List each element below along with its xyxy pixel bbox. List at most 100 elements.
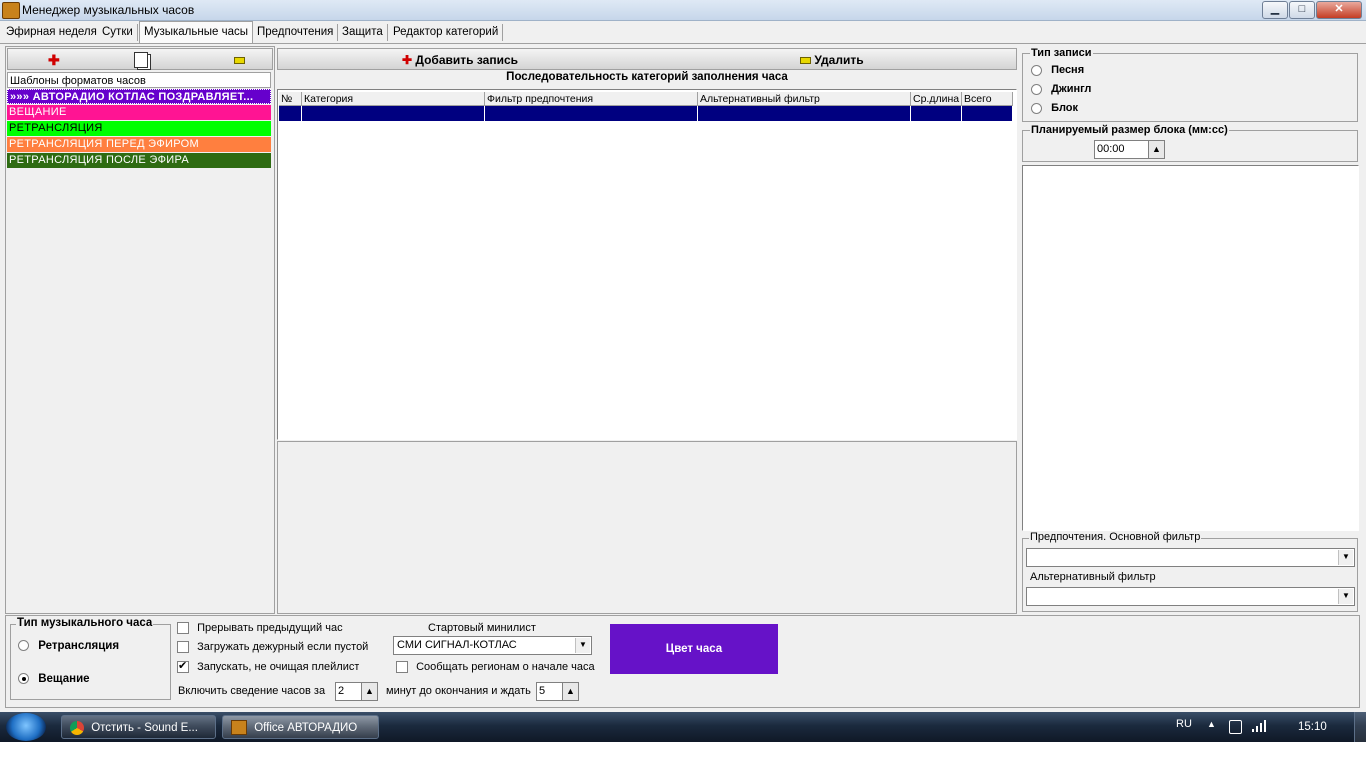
add-icon: ✚	[402, 53, 413, 67]
taskbar-item-office[interactable]: Office АВТОРАДИО	[222, 715, 379, 739]
start-no-clear-label: Запускать, не очищая плейлист	[197, 661, 360, 673]
main-filter-select[interactable]: ▼	[1026, 548, 1355, 567]
selected-cell[interactable]	[302, 106, 485, 121]
selected-cell[interactable]	[279, 106, 302, 121]
delete-record-button[interactable]: Удалить	[800, 52, 864, 68]
template-item-relay-before[interactable]: РЕТРАНСЛЯЦИЯ ПЕРЕД ЭФИРОМ	[7, 137, 271, 152]
app-icon	[231, 720, 247, 736]
selected-cell[interactable]	[698, 106, 911, 121]
block-size-value: 00:00	[1097, 143, 1125, 155]
tab-music-hours[interactable]: Музыкальные часы	[139, 21, 253, 43]
block-label: Блок	[1051, 102, 1079, 114]
jingle-radio[interactable]	[1031, 83, 1042, 95]
clock[interactable]: 15:10	[1298, 721, 1327, 733]
hour-type-broadcast[interactable]: Вещание	[18, 673, 90, 685]
tab-strip: Эфирная неделя Сутки Музыкальные часы Пр…	[0, 21, 1366, 44]
spin-arrows-icon[interactable]: ▲	[361, 683, 377, 700]
maximize-button[interactable]: □	[1289, 1, 1315, 19]
mix-wait-value: 5	[539, 685, 546, 697]
add-record-label: Добавить запись	[415, 53, 519, 67]
signal-icon[interactable]	[1252, 720, 1268, 732]
taskbar-item-sound[interactable]: Отстить - Sound E...	[61, 715, 216, 739]
col-alt-filter[interactable]: Альтернативный фильтр	[698, 92, 911, 106]
record-type-song[interactable]: Песня	[1031, 64, 1084, 76]
load-standby-checkbox[interactable]	[177, 641, 189, 654]
song-radio[interactable]	[1031, 64, 1042, 76]
template-item-broadcast[interactable]: ВЕЩАНИЕ	[7, 105, 271, 120]
record-type-jingle[interactable]: Джингл	[1031, 83, 1091, 95]
add-record-button[interactable]: ✚ Добавить запись	[402, 52, 518, 68]
window-title: Менеджер музыкальных часов	[22, 3, 195, 17]
template-item-relay-after[interactable]: РЕТРАНСЛЯЦИЯ ПОСЛЕ ЭФИРА	[7, 153, 271, 168]
taskbar-item-label: Office АВТОРАДИО	[254, 722, 358, 734]
add-template-icon[interactable]: ✚	[48, 53, 60, 67]
record-type-title: Тип записи	[1030, 47, 1093, 59]
tray-expand-icon[interactable]: ▲	[1207, 719, 1216, 729]
interrupt-prev-label: Прерывать предыдущий час	[197, 622, 343, 634]
block-radio[interactable]	[1031, 102, 1042, 114]
minimize-button[interactable]: ▁	[1262, 1, 1288, 19]
mix-wait-spinner[interactable]: 5 ▲	[536, 682, 579, 701]
song-label: Песня	[1051, 64, 1085, 76]
mix-minutes-spinner[interactable]: 2 ▲	[335, 682, 378, 701]
chevron-down-icon[interactable]: ▼	[1338, 589, 1353, 604]
template-item-relay[interactable]: РЕТРАНСЛЯЦИЯ	[7, 121, 271, 136]
col-total[interactable]: Всего	[962, 92, 1013, 106]
load-standby-option[interactable]: Загружать дежурный если пустой	[177, 641, 369, 654]
hour-type-relay[interactable]: Ретрансляция	[18, 640, 119, 652]
hour-color-button[interactable]: Цвет часа	[610, 624, 778, 674]
chevron-down-icon[interactable]: ▼	[1338, 550, 1353, 565]
title-bar: Менеджер музыкальных часов ▁ □ ✕	[0, 0, 1366, 21]
load-standby-label: Загружать дежурный если пустой	[197, 641, 369, 653]
spin-arrows-icon[interactable]: ▲	[1148, 141, 1164, 158]
record-preview-area	[1022, 165, 1359, 531]
main-filter-label: Предпочтения. Основной фильтр	[1029, 531, 1202, 543]
tab-air-week[interactable]: Эфирная неделя	[2, 24, 102, 41]
block-size-title: Планируемый размер блока (мм:сс)	[1030, 124, 1229, 136]
start-no-clear-checkbox[interactable]	[177, 661, 189, 673]
copy-template-icon[interactable]	[134, 52, 148, 68]
selected-cell[interactable]	[962, 106, 1013, 121]
language-indicator[interactable]: RU	[1176, 718, 1192, 730]
remove-template-icon[interactable]	[234, 57, 245, 64]
col-number[interactable]: №	[279, 92, 302, 106]
broadcast-label: Вещание	[38, 673, 90, 685]
jingle-label: Джингл	[1051, 83, 1092, 95]
notify-regions-option[interactable]: Сообщать регионам о начале часа	[396, 661, 595, 673]
close-button[interactable]: ✕	[1316, 1, 1362, 19]
spin-arrows-icon[interactable]: ▲	[562, 683, 578, 700]
main-filter-value	[1027, 551, 1030, 563]
col-category[interactable]: Категория	[302, 92, 485, 106]
show-desktop-button[interactable]	[1354, 712, 1366, 742]
tab-category-editor[interactable]: Редактор категорий	[389, 24, 504, 41]
minus-icon	[800, 57, 811, 65]
selected-cell[interactable]	[911, 106, 962, 121]
relay-radio[interactable]	[18, 640, 29, 652]
taskbar-item-label: Отстить - Sound E...	[91, 722, 198, 734]
mix-prefix-label: Включить сведение часов за	[178, 685, 326, 697]
chevron-down-icon[interactable]: ▼	[575, 638, 590, 653]
col-avg-length[interactable]: Ср.длина	[911, 92, 962, 106]
hour-type-group	[10, 624, 171, 700]
broadcast-radio[interactable]	[18, 673, 29, 685]
selected-cell[interactable]	[485, 106, 698, 121]
notify-regions-checkbox[interactable]	[396, 661, 408, 673]
tab-preferences[interactable]: Предпочтения	[253, 24, 339, 41]
notify-regions-label: Сообщать регионам о начале часа	[416, 661, 595, 673]
block-size-spinner[interactable]: 00:00 ▲	[1094, 140, 1165, 159]
app-icon	[2, 2, 20, 19]
record-type-block[interactable]: Блок	[1031, 102, 1078, 114]
interrupt-prev-checkbox[interactable]	[177, 622, 189, 635]
start-minilist-label: Стартовый минилист	[428, 622, 536, 634]
tab-day[interactable]: Сутки	[98, 24, 138, 41]
alt-filter-select[interactable]: ▼	[1026, 587, 1355, 606]
start-no-clear-option[interactable]: Запускать, не очищая плейлист	[177, 661, 359, 673]
start-minilist-select[interactable]: СМИ СИГНАЛ-КОТЛАС ▼	[393, 636, 592, 655]
template-item-autoradio[interactable]: »»» АВТОРАДИО КОТЛАС ПОЗДРАВЛЯЕТ...	[7, 89, 271, 104]
col-pref-filter[interactable]: Фильтр предпочтения	[485, 92, 698, 106]
tab-protection[interactable]: Защита	[338, 24, 388, 41]
interrupt-prev-option[interactable]: Прерывать предыдущий час	[177, 622, 343, 635]
start-button[interactable]	[6, 713, 46, 741]
sequence-toolbar: ✚ Добавить запись Удалить	[277, 48, 1017, 70]
power-icon[interactable]	[1229, 720, 1242, 734]
